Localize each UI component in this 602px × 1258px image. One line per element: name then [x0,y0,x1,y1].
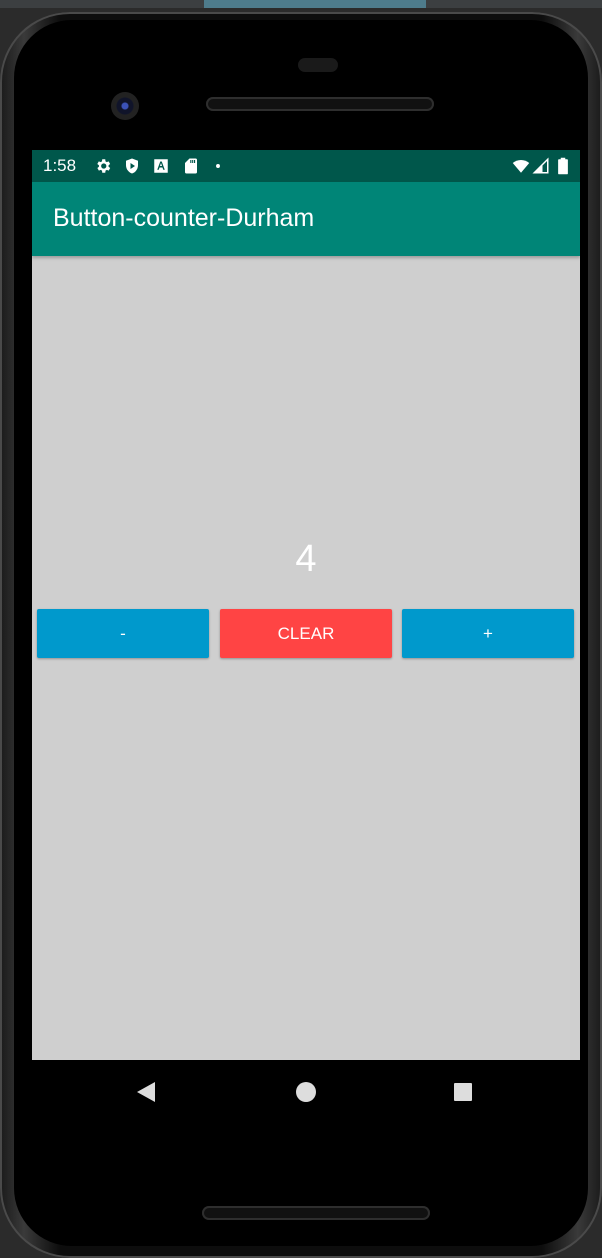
increment-button[interactable]: + [402,609,574,658]
device-screen: 1:58 Button-counter-Durham 4 - CLEAR + [32,150,580,1060]
bottom-speaker [202,1206,430,1220]
shield-play-icon [126,158,138,174]
counter-value: 4 [295,538,317,580]
front-camera-icon [111,92,139,120]
sd-card-icon [185,158,197,174]
back-icon[interactable] [132,1078,160,1106]
cellular-signal-icon [532,157,549,174]
font-a-icon [154,159,168,173]
navigation-bar [32,1060,580,1124]
ide-toolbar [0,0,602,8]
ide-active-tab [204,0,426,8]
battery-icon [558,157,568,175]
clear-button[interactable]: CLEAR [220,609,392,658]
earpiece-speaker [206,97,434,111]
notification-dot-icon [216,164,220,168]
status-bar: 1:58 [32,150,580,182]
recents-icon[interactable] [449,1078,477,1106]
app-title: Button-counter-Durham [53,204,315,232]
status-time: 1:58 [43,156,77,175]
decrement-button[interactable]: - [37,609,209,658]
proximity-sensor [298,58,338,72]
app-bar: Button-counter-Durham [32,182,580,256]
wifi-icon [512,160,530,173]
home-icon[interactable] [292,1078,320,1106]
settings-gear-icon [97,159,111,173]
